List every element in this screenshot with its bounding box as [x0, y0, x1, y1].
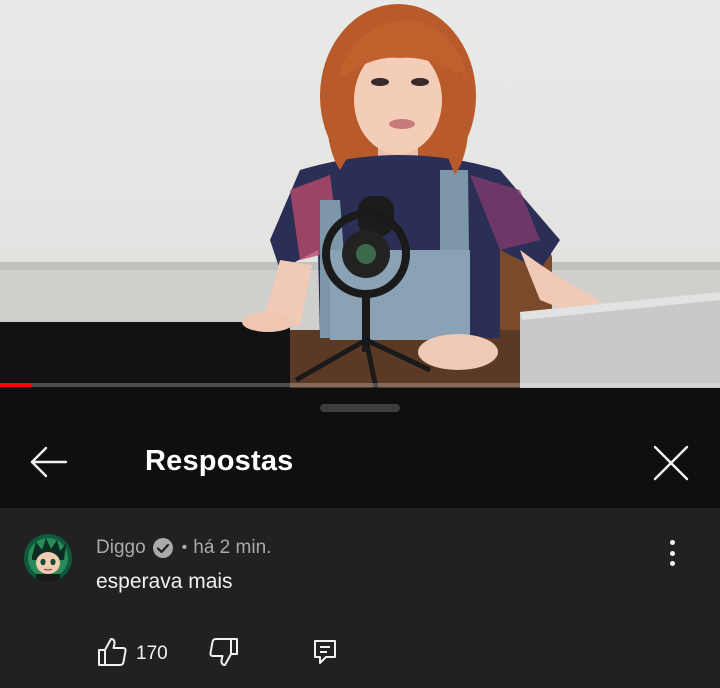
- more-vert-icon: [669, 540, 675, 545]
- comment-reply-icon: [314, 640, 336, 664]
- comment-meta: Diggo • há 2 min.: [96, 536, 271, 560]
- verified-check-icon: [152, 538, 173, 558]
- avatar-image: [24, 534, 72, 582]
- back-button[interactable]: [22, 442, 74, 482]
- video-frame-image: [0, 4, 720, 388]
- comment-author[interactable]: Diggo: [96, 537, 146, 559]
- replies-header: Respostas: [0, 416, 720, 508]
- thumb-down-icon: [209, 638, 238, 666]
- more-options-button[interactable]: [660, 536, 684, 570]
- thumb-up-icon: [98, 638, 127, 666]
- meta-separator: •: [181, 539, 188, 556]
- like-count: 170: [136, 643, 168, 664]
- comment-thread: Diggo • há 2 min. esperava mais 170: [0, 508, 720, 688]
- comment-actions: 170: [96, 636, 356, 670]
- reply-button[interactable]: [312, 638, 338, 666]
- more-vert-icon-dot: [669, 561, 675, 566]
- comment-time[interactable]: há 2 min.: [193, 537, 271, 559]
- comment-text: esperava mais: [96, 570, 233, 593]
- video-progress-bar[interactable]: [0, 383, 720, 387]
- close-button[interactable]: [648, 440, 694, 486]
- video-player[interactable]: [0, 0, 720, 388]
- video-progress-fill: [0, 383, 32, 387]
- replies-sheet: Respostas Diggo • há 2 min. esperava mai…: [0, 388, 720, 688]
- page-title: Respostas: [145, 445, 294, 477]
- more-vert-icon-dot: [669, 550, 675, 556]
- drag-handle[interactable]: [320, 404, 400, 412]
- dislike-button[interactable]: [208, 636, 240, 668]
- arrow-left-icon: [30, 446, 68, 478]
- close-icon: [653, 445, 689, 481]
- like-button[interactable]: [96, 636, 128, 668]
- avatar[interactable]: [24, 534, 72, 582]
